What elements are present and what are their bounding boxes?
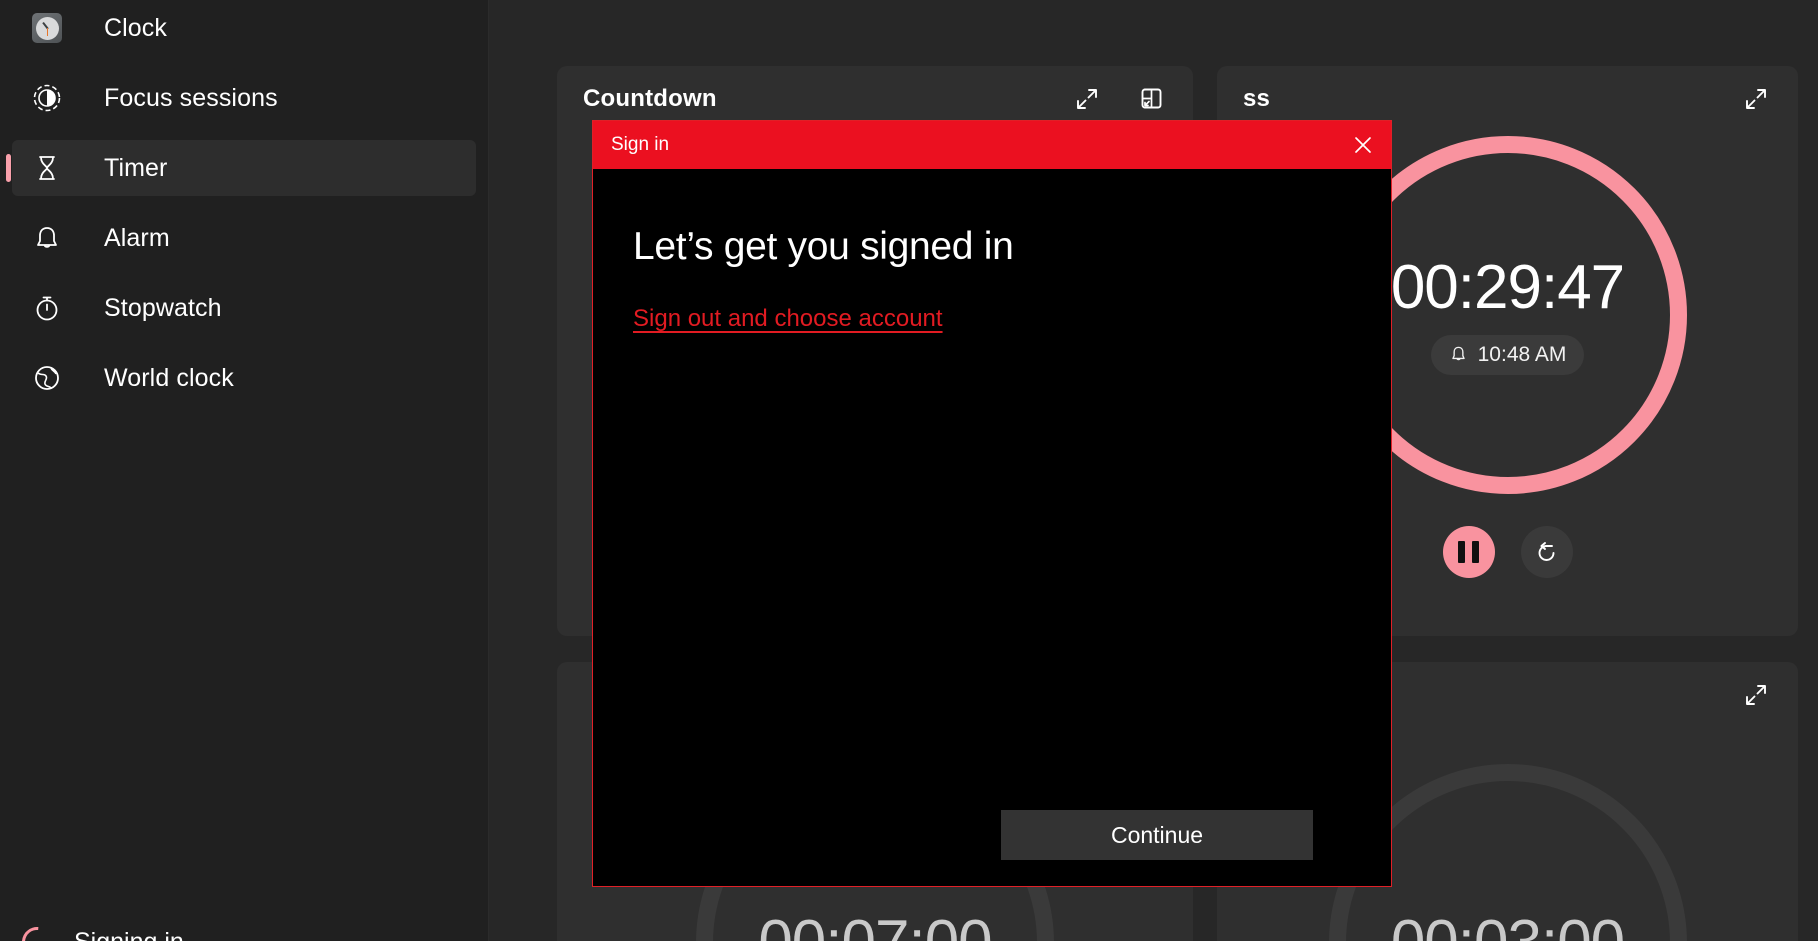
- sidebar-item-label: Clock: [104, 13, 168, 42]
- sign-in-modal: Sign in Let’s get you signed in Sign out…: [592, 120, 1392, 887]
- modal-titlebar: Sign in: [593, 121, 1391, 169]
- focus-sessions-icon: [30, 81, 64, 115]
- sidebar-item-label: World clock: [104, 363, 234, 392]
- card-header-actions: [1738, 677, 1774, 713]
- sidebar-nav-list: Clock Focus sessions Timer Alarm Stopwat…: [0, 0, 488, 406]
- hourglass-icon: [30, 151, 64, 185]
- modal-title: Sign in: [611, 134, 670, 155]
- reset-icon: [1534, 539, 1560, 565]
- sidebar-item-world-clock[interactable]: World clock: [12, 350, 476, 406]
- card-header-actions: [1738, 81, 1774, 117]
- sidebar-item-label: Stopwatch: [104, 293, 222, 322]
- pause-button[interactable]: [1442, 526, 1495, 578]
- sign-out-and-choose-account-link[interactable]: Sign out and choose account: [633, 305, 943, 333]
- bell-icon: [30, 221, 64, 255]
- modal-footer: Continue: [633, 810, 1351, 886]
- loading-spinner-icon: [15, 920, 59, 941]
- alarm-time-label: 10:48 AM: [1477, 342, 1567, 366]
- expand-icon[interactable]: [1738, 81, 1774, 117]
- sidebar-item-clock[interactable]: Clock: [12, 0, 476, 56]
- sidebar-item-focus-sessions[interactable]: Focus sessions: [12, 70, 476, 126]
- sidebar-item-timer[interactable]: Timer: [6, 140, 476, 196]
- reset-button[interactable]: [1520, 526, 1573, 578]
- timer-time: 00:03:00: [1391, 910, 1625, 941]
- close-icon[interactable]: [1335, 121, 1391, 169]
- globe-icon: [30, 361, 64, 395]
- timer-controls: [1442, 526, 1573, 578]
- sidebar-item-label: Alarm: [104, 223, 170, 252]
- alarm-time-badge: 10:48 AM: [1430, 334, 1585, 375]
- stopwatch-icon: [30, 291, 64, 325]
- modal-heading: Let’s get you signed in: [633, 225, 1014, 268]
- sidebar-item-label: Focus sessions: [104, 83, 278, 112]
- expand-icon[interactable]: [1069, 81, 1105, 117]
- signing-in-label: Signing in: [74, 928, 184, 941]
- expand-icon[interactable]: [1738, 677, 1774, 713]
- pause-icon: [1458, 541, 1479, 563]
- bell-icon: [1449, 345, 1468, 364]
- timer-time: 00:29:47: [1390, 253, 1625, 323]
- sidebar-item-label: Timer: [104, 153, 168, 182]
- sidebar-item-alarm[interactable]: Alarm: [12, 210, 476, 266]
- sidebar: Clock Focus sessions Timer Alarm Stopwat…: [0, 0, 489, 941]
- card-title: ss: [1243, 85, 1271, 112]
- sidebar-item-stopwatch[interactable]: Stopwatch: [12, 280, 476, 336]
- modal-body: Let’s get you signed in Sign out and cho…: [593, 169, 1391, 886]
- compact-overlay-icon[interactable]: [1133, 81, 1169, 117]
- continue-button[interactable]: Continue: [1001, 810, 1313, 860]
- timer-time: 00:07:00: [758, 910, 992, 941]
- card-header-actions: [1069, 81, 1169, 117]
- signing-in-status: Signing in: [15, 920, 184, 941]
- clock-app-icon: [30, 11, 64, 45]
- clock-app-window: Clock Focus sessions Timer Alarm Stopwat…: [0, 0, 1818, 941]
- sign-in-dialog: Sign in Let’s get you signed in Sign out…: [592, 120, 1392, 887]
- card-title: Countdown: [583, 85, 717, 112]
- selected-indicator: [6, 154, 11, 182]
